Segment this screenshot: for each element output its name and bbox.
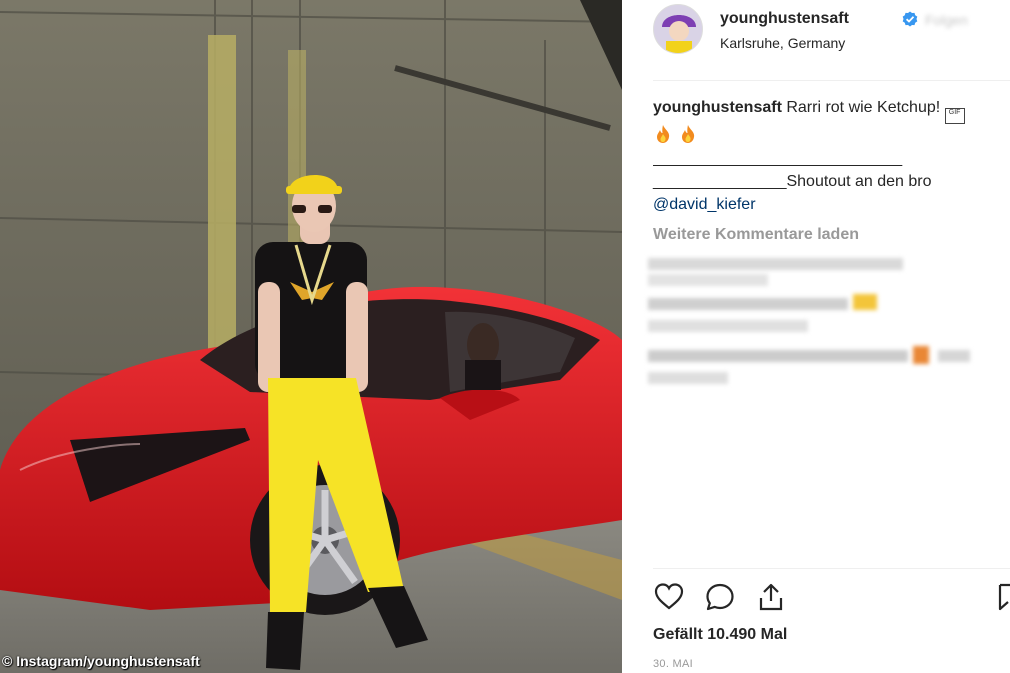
post-photo: © Instagram/younghustensaft: [0, 0, 622, 673]
photo-credit: © Instagram/younghustensaft: [2, 653, 200, 669]
post-header: younghustensaft Folgen Karlsruhe, German…: [653, 4, 1010, 60]
blurred-emoji: [913, 346, 929, 364]
heart-icon[interactable]: [653, 581, 685, 613]
post-actions: [653, 581, 1010, 613]
follow-button[interactable]: Folgen: [925, 12, 968, 28]
fire-emoji-icon: [682, 125, 695, 143]
post-location[interactable]: Karlsruhe, Germany: [720, 35, 845, 51]
verified-badge-icon: [902, 11, 918, 27]
header-divider: [653, 80, 1010, 81]
caption-mention[interactable]: @david_kiefer: [653, 193, 1010, 216]
caption-shoutout: Shoutout an den bro: [786, 173, 932, 190]
actions-divider: [653, 568, 1010, 569]
blurred-comment-line: [648, 350, 908, 362]
caption-text: Rarri rot wie Ketchup!: [786, 99, 941, 116]
caption-rule: _______________: [653, 173, 787, 190]
likes-count[interactable]: Gefällt 10.490 Mal: [653, 626, 787, 644]
blurred-comments: [648, 254, 998, 394]
caption-rule: ____________________________: [653, 150, 903, 167]
blurred-comment-line: [648, 320, 808, 332]
gif-glyph-icon: GIF: [944, 108, 965, 124]
blurred-emoji: [853, 294, 877, 310]
load-more-comments-link[interactable]: Weitere Kommentare laden: [653, 226, 859, 244]
share-upload-icon[interactable]: [755, 581, 787, 613]
avatar-image: [654, 5, 702, 53]
fire-emoji-icon: [657, 125, 670, 143]
post-username[interactable]: younghustensaft: [720, 10, 849, 28]
blurred-comment-line: [648, 372, 728, 384]
blurred-comment-line: [648, 298, 848, 310]
bookmark-icon[interactable]: [998, 581, 1010, 613]
blurred-comment-line: [648, 274, 768, 286]
post-detail-panel: younghustensaft Folgen Karlsruhe, German…: [622, 0, 1010, 673]
post-date: 30. MAI: [653, 658, 694, 670]
comment-bubble-icon[interactable]: [704, 581, 736, 613]
blurred-comment-line: [938, 350, 970, 362]
gif-glyph-label: GIF: [948, 109, 961, 116]
caption-username[interactable]: younghustensaft: [653, 99, 782, 116]
fire-emoji-row: [653, 124, 1010, 147]
post-photo-illustration: [0, 0, 622, 673]
blurred-comment-line: [648, 258, 903, 270]
avatar[interactable]: [653, 4, 703, 54]
post-caption: younghustensaft Rarri rot wie Ketchup! G…: [653, 96, 1010, 216]
